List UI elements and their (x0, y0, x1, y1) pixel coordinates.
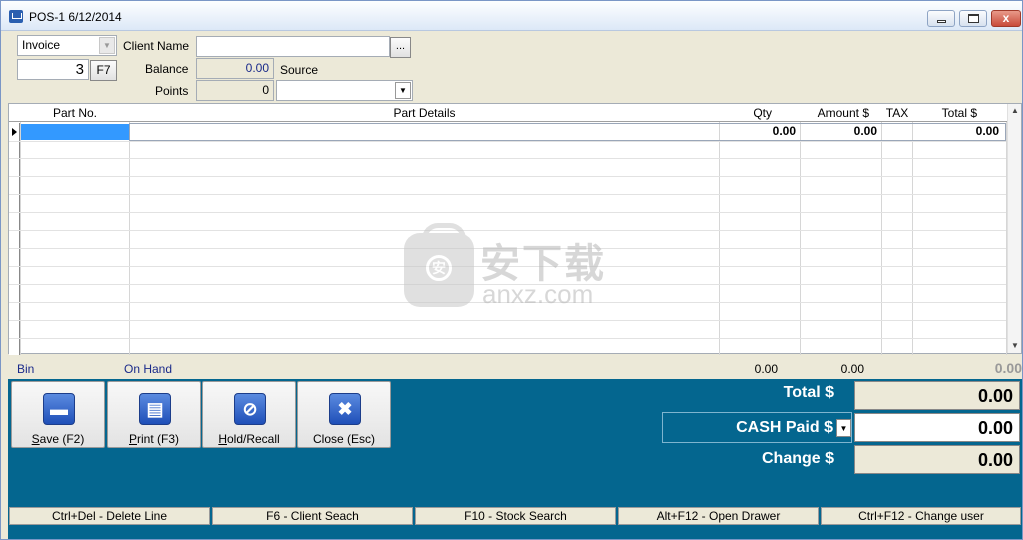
print-label: Print (F3) (128, 432, 179, 446)
scroll-up-icon[interactable]: ▲ (1008, 104, 1022, 118)
totals-strip: Bin On Hand 0.00 0.00 0.00 (8, 355, 1022, 379)
amount-total: 0.00 (840, 362, 864, 376)
title-bar[interactable]: POS-1 6/12/2014 x (1, 1, 1022, 31)
cash-paid-label: CASH Paid $ (736, 419, 833, 436)
points-field: 0 (196, 80, 274, 101)
window-title: POS-1 6/12/2014 (29, 10, 122, 24)
balance-label: Balance (145, 62, 189, 76)
source-select[interactable]: ▼ (276, 80, 413, 101)
chevron-down-icon[interactable]: ▼ (395, 82, 411, 99)
maximize-icon (968, 14, 979, 23)
total-field: 0.00 (854, 381, 1020, 410)
close-icon: x (1002, 11, 1010, 25)
column-header[interactable]: TAX (882, 106, 912, 120)
scroll-down-icon[interactable]: ▼ (1008, 339, 1022, 353)
column-header[interactable]: Qty (720, 106, 772, 120)
qty-cell[interactable]: 0.00 (720, 124, 796, 138)
bin-label: Bin (17, 362, 35, 376)
maximize-button[interactable] (959, 10, 987, 27)
grand-total-small: 0.00 (994, 360, 1022, 376)
x-icon: ✖ (329, 393, 361, 425)
save-button[interactable]: ▬ Save (F2) (11, 381, 105, 448)
shortcut-open-drawer[interactable]: Alt+F12 - Open Drawer (618, 507, 819, 525)
chevron-down-icon[interactable]: ▼ (836, 419, 851, 437)
on-hand-label: On Hand (124, 362, 173, 376)
minimize-icon (937, 20, 946, 23)
client-name-label: Client Name (123, 39, 190, 53)
total-label: Total $ (783, 384, 834, 401)
f7-button[interactable]: F7 (90, 60, 117, 81)
watermark-logo-icon: 安 (404, 223, 474, 307)
shortcut-stock-search[interactable]: F10 - Stock Search (415, 507, 616, 525)
save-label: Save (F2) (31, 432, 85, 446)
close-label: Close (Esc) (312, 432, 375, 446)
watermark: 安 安下载 anxz.com (404, 223, 624, 309)
payment-method-select[interactable]: CASH Paid $ ▼ (662, 412, 852, 443)
minimize-button[interactable] (927, 10, 955, 27)
vertical-scrollbar[interactable]: ▲ ▼ (1007, 104, 1021, 353)
balance-field: 0.00 (196, 58, 274, 79)
shopping-cart-icon (9, 10, 23, 23)
column-header[interactable]: Part No. (21, 106, 129, 120)
document-number-field[interactable]: 3 (17, 59, 89, 80)
client-name-field[interactable] (196, 36, 390, 57)
printer-icon: ▤ (139, 393, 171, 425)
action-panel: ▬ Save (F2) ▤ Print (F3) ⊘ Hold/Recall ✖… (8, 379, 1022, 506)
change-label: Change $ (761, 450, 834, 467)
chevron-down-icon[interactable]: ▼ (99, 37, 115, 54)
shortcut-change-user[interactable]: Ctrl+F12 - Change user (821, 507, 1021, 525)
points-label: Points (155, 84, 189, 98)
watermark-text-en: anxz.com (482, 279, 594, 309)
bottom-band (8, 525, 1022, 539)
column-header[interactable]: Amount $ (801, 106, 869, 120)
print-button[interactable]: ▤ Print (F3) (107, 381, 201, 448)
cash-paid-field[interactable]: 0.00 (854, 413, 1020, 442)
amount-cell[interactable]: 0.00 (801, 124, 877, 138)
current-row-icon (12, 128, 17, 136)
pos-window: POS-1 6/12/2014 x Invoice ▼ 3 F7 Client … (0, 0, 1023, 540)
total-cell[interactable]: 0.00 (913, 124, 999, 138)
column-header[interactable]: Total $ (913, 106, 977, 120)
source-label: Source (280, 63, 319, 77)
qty-total: 0.00 (754, 362, 778, 376)
client-browse-button[interactable]: ... (390, 37, 411, 58)
part-no-cell[interactable] (21, 124, 129, 140)
grid-header: Part No. Part Details Qty Amount $ TAX T… (9, 104, 1007, 122)
hold-label: Hold/Recall (218, 432, 280, 446)
invoice-header: Invoice ▼ 3 F7 Client Name ... Balance 0… (8, 32, 1022, 102)
paperclip-icon: ⊘ (234, 393, 266, 425)
close-button[interactable]: ✖ Close (Esc) (297, 381, 391, 448)
document-type-value: Invoice (22, 38, 61, 52)
change-field: 0.00 (854, 445, 1020, 474)
document-type-select[interactable]: Invoice ▼ (17, 35, 117, 56)
card-icon: ▬ (43, 393, 75, 425)
hold-recall-button[interactable]: ⊘ Hold/Recall (202, 381, 296, 448)
shortcut-client-search[interactable]: F6 - Client Seach (212, 507, 413, 525)
close-window-button[interactable]: x (991, 10, 1021, 27)
shortcut-delete-line[interactable]: Ctrl+Del - Delete Line (9, 507, 210, 525)
column-header[interactable]: Part Details (130, 106, 719, 120)
shortcut-bar: Ctrl+Del - Delete Line F6 - Client Seach… (8, 506, 1022, 525)
